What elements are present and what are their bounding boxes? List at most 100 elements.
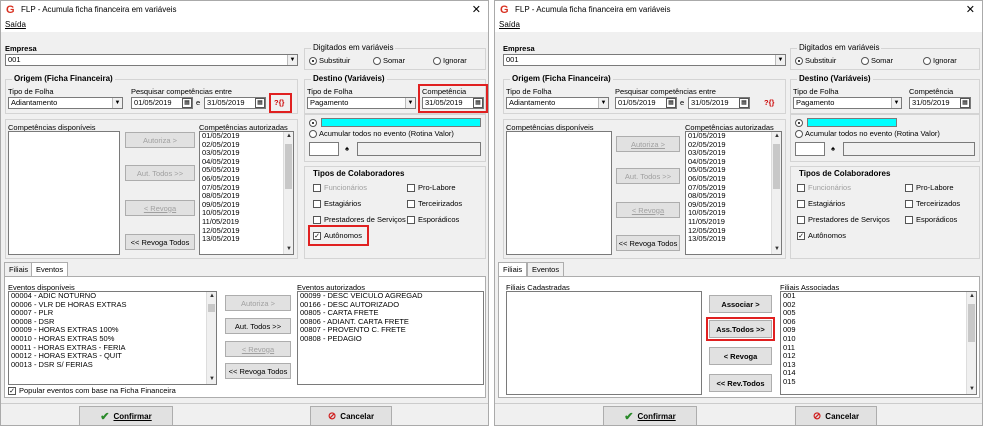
dest-tipo-select[interactable]: Pagamento ▼ <box>793 97 902 109</box>
opt-ignorar[interactable]: Ignorar <box>433 56 467 66</box>
list-item[interactable]: 13/05/2019 <box>688 235 781 244</box>
chk-funcionarios[interactable]: Funcionários <box>797 183 851 193</box>
opt-substituir[interactable]: Substituir <box>795 56 836 66</box>
list-item[interactable]: 00013 - DSR S/ FERIAS <box>11 360 216 370</box>
ev-aut-todos-button[interactable]: Aut. Todos >> <box>225 318 291 334</box>
cancelar-button[interactable]: ⊘ Cancelar <box>795 406 877 425</box>
revoga-todos-button[interactable]: << Revoga Todos <box>616 235 680 251</box>
list-item[interactable]: 012 <box>783 352 976 361</box>
list-item[interactable]: 015 <box>783 377 976 387</box>
tab-filiais[interactable]: Filiais <box>4 262 34 276</box>
list-item[interactable]: 13/05/2019 <box>202 235 293 244</box>
list-item[interactable]: 014 <box>783 369 976 378</box>
highlight-box <box>418 84 488 113</box>
evento-code-input[interactable] <box>795 142 825 156</box>
list-item[interactable]: 011 <box>783 343 976 353</box>
binoculars-icon[interactable]: ♠ <box>831 144 835 153</box>
tipos-title: Tipos de Colaboradores <box>797 169 893 178</box>
comp-disponiveis-list[interactable] <box>8 131 120 255</box>
opt-somar[interactable]: Somar <box>861 56 893 66</box>
chk-esporadicos[interactable]: Esporádicos <box>407 215 459 225</box>
dest-tipo-select[interactable]: Pagamento ▼ <box>307 97 416 109</box>
list-item[interactable]: 009 <box>783 326 976 335</box>
list-item[interactable]: 013 <box>783 360 976 370</box>
cancelar-button[interactable]: ⊘ Cancelar <box>310 406 392 425</box>
tab-eventos[interactable]: Eventos <box>31 262 69 277</box>
ev-revoga-button[interactable]: < Revoga <box>225 341 291 357</box>
filiais-cadastradas-list[interactable] <box>506 291 702 395</box>
empresa-select[interactable]: 001 ▼ <box>5 54 298 66</box>
list-item[interactable]: 001 <box>783 292 976 301</box>
tipo-folha-select[interactable]: Adiantamento ▼ <box>506 97 609 109</box>
rev-todos-button[interactable]: << Rev.Todos <box>709 374 772 392</box>
close-icon[interactable]: ✕ <box>472 3 481 16</box>
tipo-folha-select[interactable]: Adiantamento ▼ <box>8 97 123 109</box>
chk-prestadores[interactable]: Prestadores de Serviços <box>797 215 890 225</box>
opt-evento[interactable] <box>795 118 805 128</box>
aut-todos-button[interactable]: Aut. Todos >> <box>125 165 195 181</box>
list-item[interactable]: 005 <box>783 309 976 318</box>
revoga-todos-button[interactable]: << Revoga Todos <box>125 234 195 250</box>
ev-revoga-todos-button[interactable]: << Revoga Todos <box>225 363 291 379</box>
menu-saida[interactable]: Saída <box>5 20 26 29</box>
binoculars-icon[interactable]: ♠ <box>345 144 349 153</box>
list-item[interactable]: 00808 - PEDAGIO <box>300 334 483 344</box>
calendar-icon[interactable]: ▦ <box>182 98 192 108</box>
opt-acumular[interactable]: Acumular todos no evento (Rotina Valor) <box>309 129 454 139</box>
chk-funcionarios[interactable]: Funcionários <box>313 183 367 193</box>
opt-evento[interactable] <box>309 118 319 128</box>
autoriza-button[interactable]: Autoriza > <box>125 132 195 148</box>
confirmar-button[interactable]: ✔ Confirmar <box>79 406 173 425</box>
ev-disponiveis-list[interactable]: ▲ ▼ 00004 - ADIC NOTURNO 00006 - VLR DE HO… <box>8 291 217 385</box>
calendar-icon[interactable]: ▦ <box>960 98 970 108</box>
list-item[interactable]: 006 <box>783 317 976 327</box>
ev-autoriza-button[interactable]: Autoriza > <box>225 295 291 311</box>
evento-code-input[interactable] <box>309 142 339 156</box>
scrollbar[interactable]: ▲ ▼ <box>966 292 976 394</box>
comp-disponiveis-list[interactable] <box>506 131 612 255</box>
cancel-icon: ⊘ <box>812 410 822 422</box>
opt-acumular[interactable]: Acumular todos no evento (Rotina Valor) <box>795 129 940 139</box>
chk-estagiarios[interactable]: Estagiários <box>797 199 845 209</box>
scrollbar[interactable]: ▲ ▼ <box>771 132 781 254</box>
chk-prolabore[interactable]: Pro-Labore <box>905 183 954 193</box>
calendar-icon[interactable]: ▦ <box>255 98 265 108</box>
calendar-icon[interactable]: ▦ <box>666 98 676 108</box>
revoga-button[interactable]: < Revoga <box>616 202 680 218</box>
opt-somar[interactable]: Somar <box>373 56 405 66</box>
comp-autorizadas-list[interactable]: ▲ ▼ 01/05/2019 02/05/2019 03/05/2019 04/05/2… <box>199 131 294 255</box>
chk-terceirizados[interactable]: Terceirizados <box>905 199 960 209</box>
chk-estagiarios[interactable]: Estagiários <box>313 199 361 209</box>
menu-saida[interactable]: Saída <box>499 20 520 29</box>
evento-field[interactable] <box>807 118 897 127</box>
tab-filiais[interactable]: Filiais <box>498 262 528 277</box>
chk-popular[interactable]: ✓ Popular eventos com base na Ficha Finan… <box>8 386 176 396</box>
tab-eventos[interactable]: Eventos <box>527 262 565 276</box>
chk-autonomos[interactable]: ✓ Autônomos <box>797 231 846 241</box>
autoriza-button[interactable]: Autoriza > <box>616 136 680 152</box>
chk-prestadores[interactable]: Prestadores de Serviços <box>313 215 406 225</box>
calendar-icon[interactable]: ▦ <box>739 98 749 108</box>
revoga-button[interactable]: < Revoga <box>125 200 195 216</box>
footer-bar: ✔ Confirmar ⊘ Cancelar <box>495 403 982 425</box>
close-icon[interactable]: ✕ <box>966 3 975 16</box>
filiais-associadas-list[interactable]: ▲ ▼ 001 002 005 006 009 010 011 012 013 014 015 <box>780 291 977 395</box>
list-item[interactable]: 010 <box>783 334 976 344</box>
scrollbar[interactable]: ▲ ▼ <box>206 292 216 384</box>
empresa-select[interactable]: 001 ▼ <box>503 54 786 66</box>
aut-todos-button[interactable]: Aut. Todos >> <box>616 168 680 184</box>
help-icon[interactable]: ?{} <box>764 98 774 107</box>
chk-esporadicos[interactable]: Esporádicos <box>905 215 957 225</box>
opt-substituir[interactable]: Substituir <box>309 56 350 66</box>
opt-ignorar[interactable]: Ignorar <box>923 56 957 66</box>
scrollbar[interactable]: ▲ ▼ <box>283 132 293 254</box>
comp-autorizadas-list[interactable]: ▲ ▼ 01/05/2019 02/05/2019 03/05/2019 04/05/2… <box>685 131 782 255</box>
ev-autorizados-list[interactable]: 00099 - DESC VEICULO AGREGAD 00166 - DESC… <box>297 291 484 385</box>
associar-button[interactable]: Associar > <box>709 295 772 313</box>
evento-field[interactable] <box>321 118 481 127</box>
confirmar-button[interactable]: ✔ Confirmar <box>603 406 697 425</box>
chk-terceirizados[interactable]: Terceirizados <box>407 199 462 209</box>
list-item[interactable]: 002 <box>783 300 976 310</box>
f-revoga-button[interactable]: < Revoga <box>709 347 772 365</box>
chk-prolabore[interactable]: Pro-Labore <box>407 183 456 193</box>
